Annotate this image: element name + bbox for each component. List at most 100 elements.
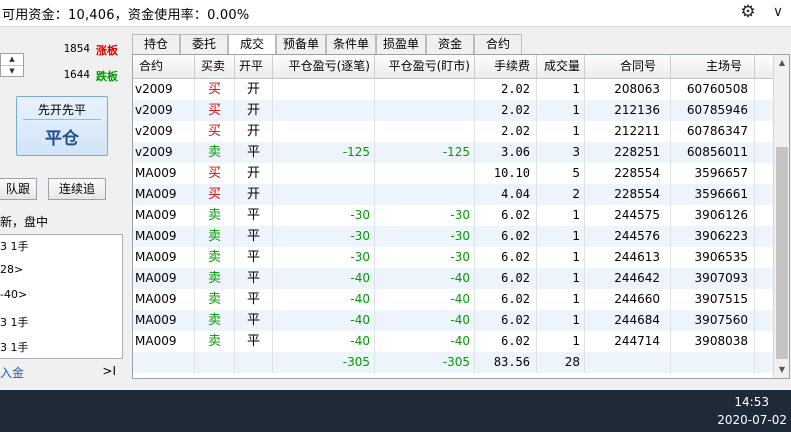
cell-open-close: 开	[235, 184, 273, 205]
tab-prepared-orders[interactable]: 预备单	[276, 34, 326, 54]
cell-fee: 6.02	[475, 331, 537, 352]
cell-volume: 1	[537, 310, 585, 331]
cell-fee: 6.02	[475, 247, 537, 268]
col-pnl-trade[interactable]: 平仓盈亏(逐笔)	[273, 55, 375, 78]
tab-positions[interactable]: 持仓	[132, 34, 180, 54]
cell-pnl-mtm	[375, 163, 475, 184]
cell-pnl-mtm: -40	[375, 331, 475, 352]
tab-trades[interactable]: 成交	[228, 34, 276, 55]
cell-pnl-trade	[273, 100, 375, 121]
col-side[interactable]: 买卖	[195, 55, 235, 78]
col-contract-no[interactable]: 合同号	[585, 55, 671, 78]
scrollbar-thumb[interactable]	[776, 147, 788, 359]
cell-volume: 1	[537, 289, 585, 310]
table-total-row[interactable]: -305 -305 83.56 28	[133, 352, 773, 373]
table-row[interactable]: v2009 卖平 -125 -125 3.06 3 228251 60856011	[133, 142, 773, 163]
cell-side: 卖	[195, 268, 235, 289]
cell-contract-no: 228251	[585, 142, 671, 163]
cell-exchange-no: 3596657	[671, 163, 755, 184]
cell-open-close: 平	[235, 142, 273, 163]
cell-contract: v2009	[133, 142, 195, 163]
table-row[interactable]: MA009 买开 4.04 2 228554 3596661	[133, 184, 773, 205]
chevron-down-icon[interactable]: ∨	[768, 2, 788, 22]
cell-exchange-no: 3907515	[671, 289, 755, 310]
cell-volume: 1	[537, 121, 585, 142]
col-open-close[interactable]: 开平	[235, 55, 273, 78]
col-pnl-mtm[interactable]: 平仓盈亏(盯市)	[375, 55, 475, 78]
deposit-link[interactable]: 入金	[0, 364, 24, 381]
table-row[interactable]: MA009 卖平 -40 -40 6.02 1 244660 3907515	[133, 289, 773, 310]
table-row[interactable]: MA009 卖平 -30 -30 6.02 1 244613 3906535	[133, 247, 773, 268]
market-status-text: 新，盘中	[0, 215, 49, 229]
cell-open-close	[235, 352, 273, 373]
panel-toggle-button[interactable]: >I	[102, 364, 116, 378]
cell-contract-no: 244576	[585, 226, 671, 247]
cell-fee: 83.56	[475, 352, 537, 373]
close-position-label: 平仓	[45, 129, 79, 149]
tab-orders[interactable]: 委托	[180, 34, 228, 54]
table-row[interactable]: MA009 卖平 -30 -30 6.02 1 244575 3906126	[133, 205, 773, 226]
spin-up-icon[interactable]: ▲	[1, 54, 23, 65]
cell-contract-no: 244613	[585, 247, 671, 268]
tab-contracts[interactable]: 合约	[474, 34, 522, 54]
cell-contract: MA009	[133, 205, 195, 226]
cell-fee: 3.06	[475, 142, 537, 163]
cell-pnl-mtm: -30	[375, 247, 475, 268]
cell-pnl-mtm: -125	[375, 142, 475, 163]
scroll-up-icon[interactable]: ▲	[774, 55, 789, 71]
table-row[interactable]: v2009 买开 2.02 1 212211 60786347	[133, 121, 773, 142]
cell-volume: 28	[537, 352, 585, 373]
cell-volume: 3	[537, 142, 585, 163]
cell-pnl-trade: -30	[273, 247, 375, 268]
col-contract[interactable]: 合约	[133, 55, 195, 78]
list-item: 3 1手	[0, 316, 29, 329]
cell-contract: v2009	[133, 100, 195, 121]
col-volume[interactable]: 成交量	[537, 55, 585, 78]
trades-table[interactable]: 合约 买卖 开平 平仓盈亏(逐笔) 平仓盈亏(盯市) 手续费 成交量 合同号 主…	[132, 54, 790, 379]
cell-contract: MA009	[133, 289, 195, 310]
cell-volume: 1	[537, 205, 585, 226]
tab-stop-orders[interactable]: 损盈单	[376, 34, 426, 54]
cell-contract-no: 244660	[585, 289, 671, 310]
cell-contract-no: 208063	[585, 79, 671, 100]
table-row[interactable]: v2009 买开 2.02 1 212136 60785946	[133, 100, 773, 121]
table-row[interactable]: MA009 卖平 -40 -40 6.02 1 244642 3907093	[133, 268, 773, 289]
order-log-list[interactable]: 3 1手 28> -40> 3 1手 3 1手	[0, 234, 123, 359]
cell-open-close: 平	[235, 247, 273, 268]
cell-side: 卖	[195, 310, 235, 331]
continuous-chase-button[interactable]: 连续追	[48, 178, 106, 200]
tab-funds[interactable]: 资金	[426, 34, 474, 54]
cell-contract: MA009	[133, 163, 195, 184]
cell-side: 卖	[195, 142, 235, 163]
table-row[interactable]: MA009 买开 10.10 5 228554 3596657	[133, 163, 773, 184]
col-exchange-no[interactable]: 主场号	[671, 55, 755, 78]
cell-open-close: 平	[235, 226, 273, 247]
vertical-scrollbar[interactable]: ▲ ▼	[773, 55, 789, 378]
limit-up-value: 1854	[63, 42, 91, 55]
close-position-button[interactable]: 先开先平 平仓	[16, 96, 108, 156]
follow-button[interactable]: 队跟	[0, 178, 37, 200]
cell-open-close: 平	[235, 331, 273, 352]
close-mode-label: 先开先平	[37, 103, 86, 117]
gear-icon[interactable]: ⚙	[738, 2, 758, 22]
cell-contract: MA009	[133, 184, 195, 205]
cell-side: 买	[195, 184, 235, 205]
cell-contract-no	[585, 352, 671, 373]
table-row[interactable]: MA009 卖平 -40 -40 6.02 1 244684 3907560	[133, 310, 773, 331]
cell-side: 买	[195, 100, 235, 121]
order-panel: 1854 涨板 ▲ ▼ 1644 跌板 先开先平 平仓 队跟 连续追 新，盘中 …	[0, 27, 130, 389]
col-fee[interactable]: 手续费	[475, 55, 537, 78]
scroll-down-icon[interactable]: ▼	[774, 362, 789, 378]
cell-side: 卖	[195, 331, 235, 352]
table-row[interactable]: MA009 卖平 -30 -30 6.02 1 244576 3906223	[133, 226, 773, 247]
cell-side: 卖	[195, 289, 235, 310]
table-row[interactable]: MA009 卖平 -40 -40 6.02 1 244714 3908038	[133, 331, 773, 352]
taskbar: 14:53 2020-07-02	[0, 390, 791, 432]
cell-volume: 1	[537, 226, 585, 247]
table-row[interactable]: v2009 买开 2.02 1 208063 60760508	[133, 79, 773, 100]
cell-side: 买	[195, 121, 235, 142]
cell-exchange-no: 3907560	[671, 310, 755, 331]
cell-volume: 1	[537, 247, 585, 268]
cell-volume: 1	[537, 79, 585, 100]
tab-conditional-orders[interactable]: 条件单	[326, 34, 376, 54]
